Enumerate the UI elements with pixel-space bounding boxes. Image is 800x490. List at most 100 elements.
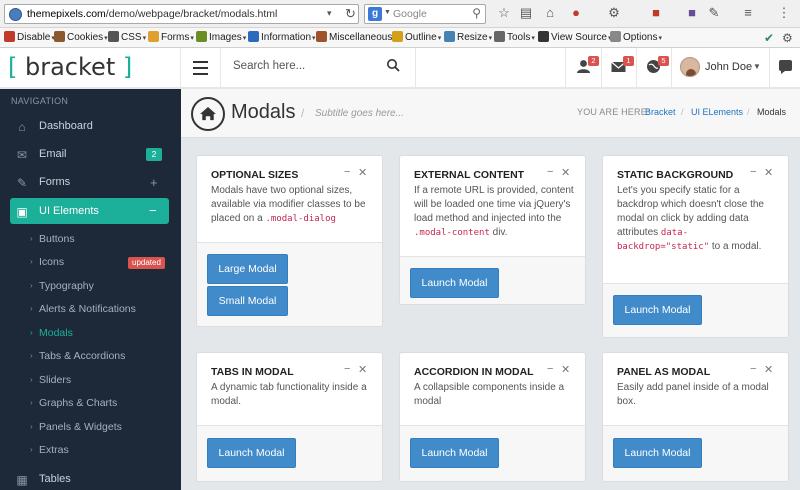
launch-modal-button[interactable]: Launch Modal xyxy=(410,438,499,468)
close-icon[interactable]: ✕ xyxy=(358,363,367,376)
launch-modal-button[interactable]: Launch Modal xyxy=(207,438,296,468)
sidebar-subitem-sliders[interactable]: › Sliders xyxy=(0,372,181,390)
bookmark-item[interactable]: Cookies▾ xyxy=(54,31,108,45)
star-icon[interactable]: ☆ xyxy=(496,5,512,21)
minimize-icon[interactable]: − xyxy=(750,166,756,178)
reload-icon[interactable]: ↻ xyxy=(345,6,356,22)
browser-search-placeholder: Google xyxy=(393,8,427,20)
extension-icon[interactable]: ■ xyxy=(648,5,664,21)
abp-icon[interactable]: ● xyxy=(568,5,584,21)
url-text: themepixels.com/demo/webpage/bracket/mod… xyxy=(27,8,278,20)
large-modal-button[interactable]: Large Modal xyxy=(207,254,288,284)
check-icon[interactable]: ✔ xyxy=(764,31,774,45)
minimize-icon[interactable]: − xyxy=(344,166,350,178)
menu-icon[interactable]: ≡ xyxy=(740,5,756,21)
sidebar-subitem-graphs[interactable]: › Graphs & Charts xyxy=(0,395,181,413)
bookmark-item[interactable]: Outline▾ xyxy=(392,31,441,45)
chat-icon[interactable] xyxy=(779,60,792,74)
sidebar-subitem-label: Tabs & Accordions xyxy=(39,350,126,362)
sidebar-subitem-tabs[interactable]: › Tabs & Accordions xyxy=(0,348,181,366)
close-icon[interactable]: ✕ xyxy=(358,166,367,179)
clipboard-icon[interactable]: ▤ xyxy=(518,5,534,21)
close-icon[interactable]: ✕ xyxy=(764,363,773,376)
bootstrap-icon[interactable]: ■ xyxy=(684,5,700,21)
gear-icon[interactable]: ⚙ xyxy=(606,5,622,21)
divider xyxy=(601,48,602,88)
bookmark-item[interactable]: Resize▾ xyxy=(444,31,492,45)
panel-title: STATIC BACKGROUND xyxy=(617,169,734,181)
sidebar-subitem-label: Sliders xyxy=(39,374,72,386)
sidebar-subitem-label: Modals xyxy=(39,327,73,339)
sidebar-subitem-label: Alerts & Notifications xyxy=(39,303,136,315)
misc-icon xyxy=(316,31,327,42)
sidebar-item-ui-elements[interactable]: ▣ UI Elements − xyxy=(10,198,169,224)
bookmark-item[interactable]: Forms▾ xyxy=(148,31,194,45)
bookmark-item[interactable]: Images▾ xyxy=(196,31,246,45)
panel-accordion-in-modal: ACCORDION IN MODAL − ✕ A collapsible com… xyxy=(399,352,586,482)
bookmark-item[interactable]: Disable▾ xyxy=(4,31,55,45)
sidebar-item-email[interactable]: ✉ Email 2 xyxy=(0,141,181,169)
bookmark-item[interactable]: View Source▾ xyxy=(538,31,611,45)
notification-badge: 5 xyxy=(658,56,669,66)
globe-notification-button[interactable]: 5 xyxy=(644,56,669,80)
sidebar-subitem-buttons[interactable]: › Buttons xyxy=(0,231,181,249)
caret-down-icon[interactable]: ▼ xyxy=(753,62,761,71)
bookmark-item[interactable]: Miscellaneous▾ xyxy=(316,31,397,45)
bookmark-item[interactable]: Options▾ xyxy=(610,31,662,45)
grip-icon[interactable]: ⋮ xyxy=(776,5,792,21)
launch-modal-button[interactable]: Launch Modal xyxy=(613,295,702,325)
panel-footer: Launch Modal xyxy=(400,425,585,481)
chevron-down-icon[interactable]: ▼ xyxy=(384,9,391,16)
bookmark-item[interactable]: CSS▾ xyxy=(108,31,146,45)
home-icon[interactable]: ⌂ xyxy=(542,5,558,21)
sidebar-item-forms[interactable]: ✎ Forms + xyxy=(0,169,181,197)
updated-tag: updated xyxy=(128,257,165,269)
logo[interactable]: [ bracket ] xyxy=(8,53,132,81)
user-name[interactable]: John Doe xyxy=(705,61,752,73)
chevron-right-icon: › xyxy=(30,281,33,290)
launch-modal-button[interactable]: Launch Modal xyxy=(410,268,499,298)
chevron-right-icon: › xyxy=(30,328,33,337)
sidebar-subitem-label: Panels & Widgets xyxy=(39,421,122,433)
bookmark-item[interactable]: Tools▾ xyxy=(494,31,535,45)
breadcrumb-link-ui-elements[interactable]: UI ELements xyxy=(691,107,743,117)
user-notification-button[interactable]: 2 xyxy=(574,56,599,80)
close-icon[interactable]: ✕ xyxy=(561,166,570,179)
sidebar-item-dashboard[interactable]: ⌂ Dashboard xyxy=(0,113,181,141)
page-header: Modals / Subtitle goes here... YOU ARE H… xyxy=(181,89,800,138)
sidebar-subitem-panels[interactable]: › Panels & Widgets xyxy=(0,419,181,437)
sidebar-subitem-modals[interactable]: › Modals xyxy=(0,325,181,343)
avatar[interactable] xyxy=(680,57,700,77)
wrench-icon[interactable]: ✎ xyxy=(706,5,722,21)
breadcrumb-link-home[interactable]: Bracket xyxy=(645,107,676,117)
launch-modal-button[interactable]: Launch Modal xyxy=(613,438,702,468)
sidebar-subitem-label: Extras xyxy=(39,444,69,456)
minimize-icon[interactable]: − xyxy=(547,166,553,178)
sidebar-subitem-icons[interactable]: › Icons updated xyxy=(0,254,181,272)
chevron-down-icon[interactable]: ▾ xyxy=(327,8,332,19)
close-icon[interactable]: ✕ xyxy=(561,363,570,376)
sidebar-item-label: Dashboard xyxy=(39,120,93,132)
minimize-icon[interactable]: − xyxy=(547,363,553,375)
sidebar-subitem-alerts[interactable]: › Alerts & Notifications xyxy=(0,301,181,319)
outline-icon xyxy=(392,31,403,42)
search-icon[interactable]: ⚲ xyxy=(472,6,481,20)
divider xyxy=(565,48,566,88)
messages-button[interactable]: 1 xyxy=(609,56,634,80)
url-bar[interactable]: themepixels.com/demo/webpage/bracket/mod… xyxy=(4,4,359,24)
sidebar-subitem-label: Graphs & Charts xyxy=(39,397,118,409)
bookmark-item[interactable]: Information▾ xyxy=(248,31,316,45)
browser-search-field[interactable]: g ▼ Google ⚲ xyxy=(364,4,486,24)
images-icon xyxy=(196,31,207,42)
minimize-icon[interactable]: − xyxy=(344,363,350,375)
sidebar-subitem-typography[interactable]: › Typography xyxy=(0,278,181,296)
sidebar-subitem-extras[interactable]: › Extras xyxy=(0,442,181,460)
minimize-icon[interactable]: − xyxy=(750,363,756,375)
sidebar-item-tables[interactable]: ▦ Tables xyxy=(0,466,181,490)
small-modal-button[interactable]: Small Modal xyxy=(207,286,288,316)
search-icon[interactable] xyxy=(386,58,400,72)
close-icon[interactable]: ✕ xyxy=(764,166,773,179)
settings-icon[interactable]: ⚙ xyxy=(782,31,793,45)
menu-toggle-button[interactable] xyxy=(181,48,221,88)
header-search-input[interactable]: Search here... xyxy=(233,60,305,72)
